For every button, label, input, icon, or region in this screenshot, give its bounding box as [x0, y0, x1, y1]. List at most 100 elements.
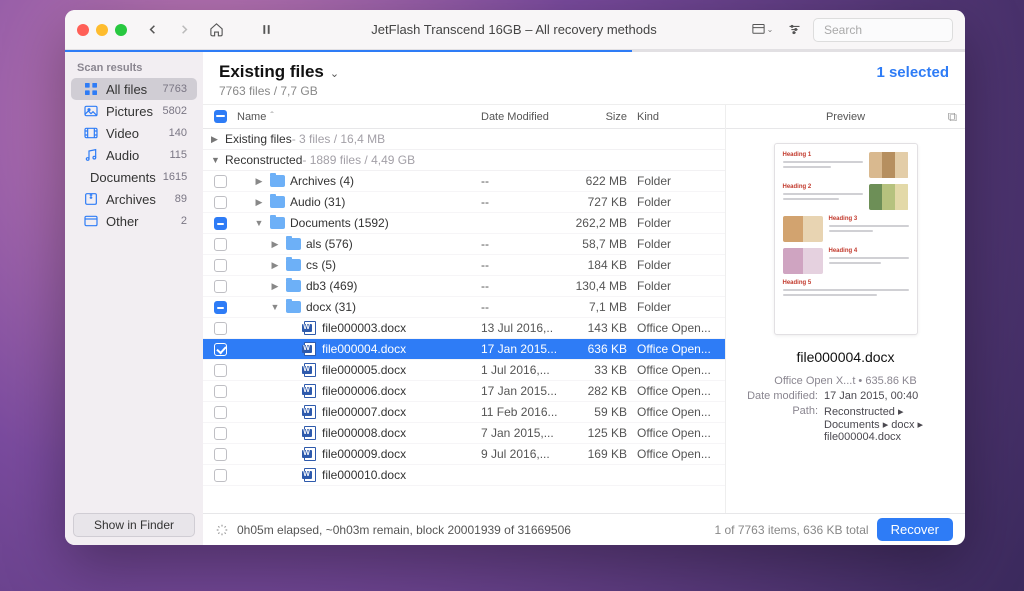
- col-kind[interactable]: Kind: [633, 111, 725, 123]
- select-all-checkbox[interactable]: [214, 110, 227, 123]
- sidebar-item-label: Archives: [106, 192, 168, 207]
- file-name: file000007.docx: [322, 405, 406, 419]
- col-size[interactable]: Size: [569, 111, 633, 123]
- sidebar-item-audio[interactable]: Audio 115: [71, 144, 197, 166]
- app-window: JetFlash Transcend 16GB – All recovery m…: [65, 10, 965, 545]
- col-date[interactable]: Date Modified: [481, 111, 569, 123]
- sidebar-item-archives[interactable]: Archives89: [71, 188, 197, 210]
- toolbar: JetFlash Transcend 16GB – All recovery m…: [65, 10, 965, 50]
- sidebar-item-documents[interactable]: Documents1615: [71, 166, 197, 188]
- file-kind: Office Open...: [633, 363, 725, 377]
- row-checkbox[interactable]: [214, 196, 227, 209]
- back-button[interactable]: [139, 18, 165, 42]
- preview-filename: file000004.docx: [796, 349, 894, 365]
- row-checkbox[interactable]: [214, 406, 227, 419]
- file-row[interactable]: file000006.docx17 Jan 2015...282 KBOffic…: [203, 381, 725, 402]
- sidebar-item-label: Audio: [106, 148, 162, 163]
- docx-icon: [304, 405, 316, 419]
- column-headers[interactable]: Name Date Modified Size Kind: [203, 105, 725, 129]
- row-checkbox[interactable]: [214, 217, 227, 230]
- group-row[interactable]: ▼Reconstructed - 1889 files / 4,49 GB: [203, 150, 725, 171]
- sidebar-item-video[interactable]: Video140: [71, 122, 197, 144]
- sidebar-item-count: 115: [169, 149, 187, 161]
- file-row[interactable]: file000003.docx13 Jul 2016,..143 KBOffic…: [203, 318, 725, 339]
- file-size: 727 KB: [569, 195, 633, 209]
- file-date: 11 Feb 2016...: [481, 405, 569, 419]
- file-row[interactable]: ▼docx (31)--7,1 MBFolder: [203, 297, 725, 318]
- group-row[interactable]: ▶Existing files - 3 files / 16,4 MB: [203, 129, 725, 150]
- file-name: db3 (469): [306, 279, 357, 293]
- file-row[interactable]: file000005.docx1 Jul 2016,...33 KBOffice…: [203, 360, 725, 381]
- row-checkbox[interactable]: [214, 469, 227, 482]
- file-date: --: [481, 279, 569, 293]
- file-size: 130,4 MB: [569, 279, 633, 293]
- file-row[interactable]: file000010.docx: [203, 465, 725, 486]
- home-button[interactable]: [203, 18, 229, 42]
- file-date: --: [481, 300, 569, 314]
- expand-preview-icon[interactable]: ⧉: [948, 109, 957, 125]
- row-checkbox[interactable]: [214, 322, 227, 335]
- file-kind: Folder: [633, 195, 725, 209]
- recover-button[interactable]: Recover: [877, 518, 953, 541]
- file-row[interactable]: ▶als (576)--58,7 MBFolder: [203, 234, 725, 255]
- preview-header: Preview ⧉: [726, 105, 965, 129]
- file-name: Documents (1592): [290, 216, 389, 230]
- row-checkbox[interactable]: [214, 364, 227, 377]
- sidebar-item-pictures[interactable]: Pictures5802: [71, 100, 197, 122]
- forward-button[interactable]: [171, 18, 197, 42]
- disclosure-icon: ▶: [253, 176, 265, 187]
- search-input[interactable]: [824, 23, 965, 37]
- show-in-finder-button[interactable]: Show in Finder: [73, 513, 195, 537]
- other-icon: [83, 213, 99, 229]
- disclosure-icon: ▼: [269, 302, 281, 312]
- sidebar-item-all-files[interactable]: All files7763: [71, 78, 197, 100]
- filters-button[interactable]: [781, 18, 807, 42]
- row-checkbox[interactable]: [214, 343, 227, 356]
- search-field[interactable]: [813, 18, 953, 42]
- file-date: --: [481, 195, 569, 209]
- file-row[interactable]: ▶db3 (469)--130,4 MBFolder: [203, 276, 725, 297]
- row-checkbox[interactable]: [214, 301, 227, 314]
- zoom-icon[interactable]: [115, 24, 127, 36]
- file-date: --: [481, 258, 569, 272]
- row-checkbox[interactable]: [214, 280, 227, 293]
- folder-icon: [270, 217, 285, 229]
- file-row[interactable]: file000004.docx17 Jan 2015...636 KBOffic…: [203, 339, 725, 360]
- sidebar-item-other[interactable]: Other2: [71, 210, 197, 232]
- minimize-icon[interactable]: [96, 24, 108, 36]
- file-row[interactable]: file000009.docx9 Jul 2016,...169 KBOffic…: [203, 444, 725, 465]
- file-row[interactable]: file000008.docx7 Jan 2015,...125 KBOffic…: [203, 423, 725, 444]
- file-date: 17 Jan 2015...: [481, 384, 569, 398]
- file-size: 33 KB: [569, 363, 633, 377]
- col-name[interactable]: Name: [237, 111, 481, 123]
- sidebar-item-count: 140: [169, 127, 187, 139]
- file-row[interactable]: ▶Audio (31)--727 KBFolder: [203, 192, 725, 213]
- row-checkbox[interactable]: [214, 448, 227, 461]
- window-controls: [77, 24, 127, 36]
- view-options-button[interactable]: ⌄: [749, 18, 775, 42]
- row-checkbox[interactable]: [214, 427, 227, 440]
- file-row[interactable]: ▶Archives (4)--622 MBFolder: [203, 171, 725, 192]
- docx-icon: [304, 342, 316, 356]
- sidebar-item-label: Pictures: [106, 104, 156, 119]
- file-date: --: [481, 237, 569, 251]
- row-checkbox[interactable]: [214, 259, 227, 272]
- file-kind: Office Open...: [633, 321, 725, 335]
- file-size: 59 KB: [569, 405, 633, 419]
- row-checkbox[interactable]: [214, 238, 227, 251]
- file-name: file000010.docx: [322, 468, 406, 482]
- file-row[interactable]: ▶cs (5)--184 KBFolder: [203, 255, 725, 276]
- preview-date: 17 Jan 2015, 00:40: [824, 390, 953, 402]
- row-checkbox[interactable]: [214, 175, 227, 188]
- file-name: file000005.docx: [322, 363, 406, 377]
- row-checkbox[interactable]: [214, 385, 227, 398]
- chevron-down-icon[interactable]: ⌄: [330, 67, 339, 80]
- docx-icon: [304, 468, 316, 482]
- pause-button[interactable]: [253, 18, 279, 42]
- file-row[interactable]: file000007.docx11 Feb 2016...59 KBOffice…: [203, 402, 725, 423]
- file-date: 7 Jan 2015,...: [481, 426, 569, 440]
- file-row[interactable]: ▼Documents (1592)262,2 MBFolder: [203, 213, 725, 234]
- disclosure-icon: ▶: [269, 281, 281, 292]
- sidebar: Scan results All files7763Pictures5802Vi…: [65, 52, 203, 545]
- close-icon[interactable]: [77, 24, 89, 36]
